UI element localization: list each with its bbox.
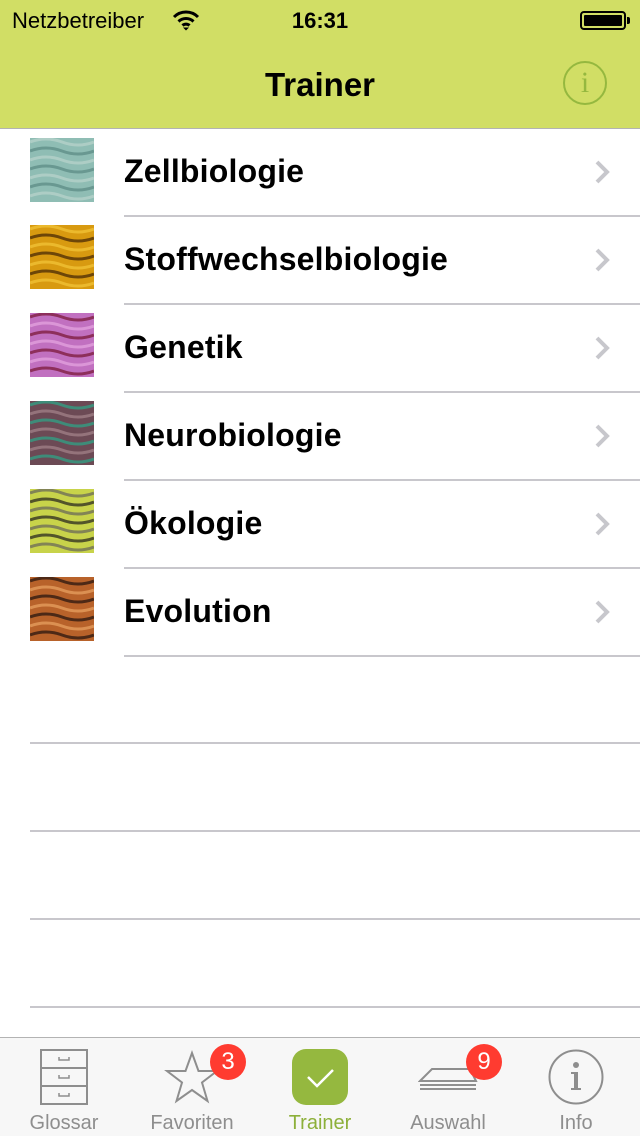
empty-row-separator [30,742,640,744]
chevron-right-icon [595,248,610,272]
topic-label: Neurobiologie [124,417,342,453]
topic-row-zellbiologie[interactable]: Zellbiologie [0,129,640,217]
tab-label: Glossar [29,1112,99,1134]
chevron-right-icon [595,424,610,448]
topic-label: Genetik [124,329,243,365]
status-bar: Netzbetreiber 16:31 [0,0,640,40]
row-separator [124,655,640,657]
tab-label: Favoriten [150,1112,234,1134]
tab-trainer[interactable]: Trainer [256,1038,384,1136]
topic-label: Zellbiologie [124,153,305,189]
selection-badge: 9 [466,1044,502,1080]
checkmark-icon [292,1049,348,1105]
tab-label: Info [559,1112,593,1134]
info-circle-icon [548,1049,604,1105]
empty-row-separator [30,918,640,920]
navigation-header: Netzbetreiber 16:31 Trainer i [0,0,640,129]
battery-icon [580,11,626,30]
topic-list: Zellbiologie Stoffwechselbiologie Geneti… [0,129,640,657]
tab-info[interactable]: Info [512,1038,640,1136]
metabolism-thumbnail [30,225,94,289]
topic-label: Stoffwechselbiologie [124,241,449,277]
info-circle-icon: i [580,66,590,99]
chevron-right-icon [595,336,610,360]
tab-glossar[interactable]: Glossar [0,1038,128,1136]
topic-label: Ökologie [124,505,263,541]
page-title: Trainer [264,66,376,103]
chevron-right-icon [595,600,610,624]
battery-tip [627,17,630,24]
info-button[interactable]: i [563,61,607,105]
evolution-thumbnail [30,577,94,641]
tab-auswahl[interactable]: 9 Auswahl [384,1038,512,1136]
topic-row-oekologie[interactable]: Ökologie [0,481,640,569]
cell-biology-thumbnail [30,138,94,202]
topic-row-neurobiologie[interactable]: Neurobiologie [0,393,640,481]
empty-row-separator [30,830,640,832]
filing-cabinet-icon [40,1049,88,1105]
chevron-right-icon [595,512,610,536]
tab-label: Trainer [288,1112,352,1134]
topic-row-genetik[interactable]: Genetik [0,305,640,393]
tab-favoriten[interactable]: 3 Favoriten [128,1038,256,1136]
favorites-badge: 3 [210,1044,246,1080]
clock: 16:31 [291,8,349,33]
genetics-thumbnail [30,313,94,377]
neurobiology-thumbnail [30,401,94,465]
topic-row-evolution[interactable]: Evolution [0,569,640,657]
empty-row-separator [30,1006,640,1008]
ecology-thumbnail [30,489,94,553]
topic-label: Evolution [124,593,272,629]
tab-label: Auswahl [410,1112,486,1134]
tab-bar: Glossar 3 Favoriten Trainer 9 Auswahl In… [0,1037,640,1136]
chevron-right-icon [595,160,610,184]
topic-row-stoffwechselbiologie[interactable]: Stoffwechselbiologie [0,217,640,305]
